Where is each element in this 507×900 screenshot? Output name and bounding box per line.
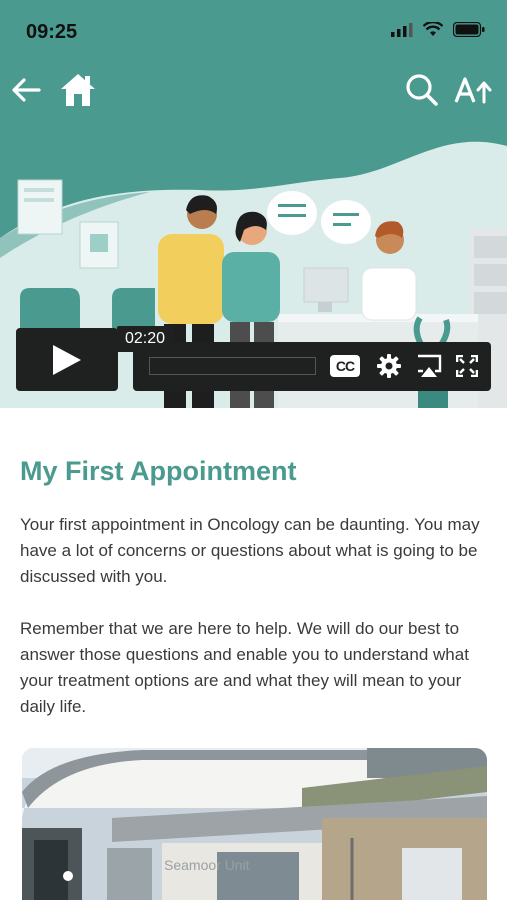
cc-label: CC	[335, 358, 355, 374]
signal-icon	[391, 22, 413, 37]
status-time: 09:25	[26, 21, 78, 43]
video-time-tooltip: 02:20	[117, 326, 174, 352]
text-size-button[interactable]	[453, 70, 493, 110]
building-photo: Seamoor Unit	[22, 748, 487, 900]
fullscreen-icon	[456, 355, 478, 377]
gear-icon	[377, 354, 401, 378]
page-title: My First Appointment	[20, 456, 297, 486]
text-size-icon	[454, 77, 492, 104]
seek-bar[interactable]	[149, 357, 316, 375]
help-paragraph: Remember that we are here to help. We wi…	[20, 619, 469, 716]
arrow-left-icon	[12, 78, 41, 102]
sign-text: Seamoor Unit	[164, 857, 250, 873]
captions-button[interactable]: CC	[329, 352, 361, 380]
article-content: My First Appointment Your first appointm…	[20, 440, 487, 746]
seamoor-unit-sign: Seamoor Unit	[164, 858, 254, 872]
status-icons	[391, 22, 485, 37]
settings-button[interactable]	[373, 352, 405, 380]
search-icon	[406, 74, 438, 106]
video-control-bar: CC	[133, 342, 491, 391]
app-bar	[0, 62, 507, 118]
fullscreen-button[interactable]	[451, 352, 483, 380]
battery-icon	[453, 22, 485, 37]
play-button[interactable]	[16, 328, 118, 391]
home-button[interactable]	[58, 70, 98, 110]
airplay-icon	[418, 354, 442, 377]
home-icon	[61, 74, 95, 106]
intro-paragraph: Your first appointment in Oncology can b…	[20, 515, 480, 586]
play-icon	[53, 344, 81, 375]
status-bar: 09:25	[0, 0, 507, 62]
cc-icon: CC	[330, 355, 360, 377]
airplay-button[interactable]	[413, 352, 445, 380]
wifi-icon	[423, 22, 443, 36]
back-button[interactable]	[6, 70, 46, 110]
search-button[interactable]	[402, 70, 442, 110]
seamoor-unit-building-image	[22, 748, 487, 900]
